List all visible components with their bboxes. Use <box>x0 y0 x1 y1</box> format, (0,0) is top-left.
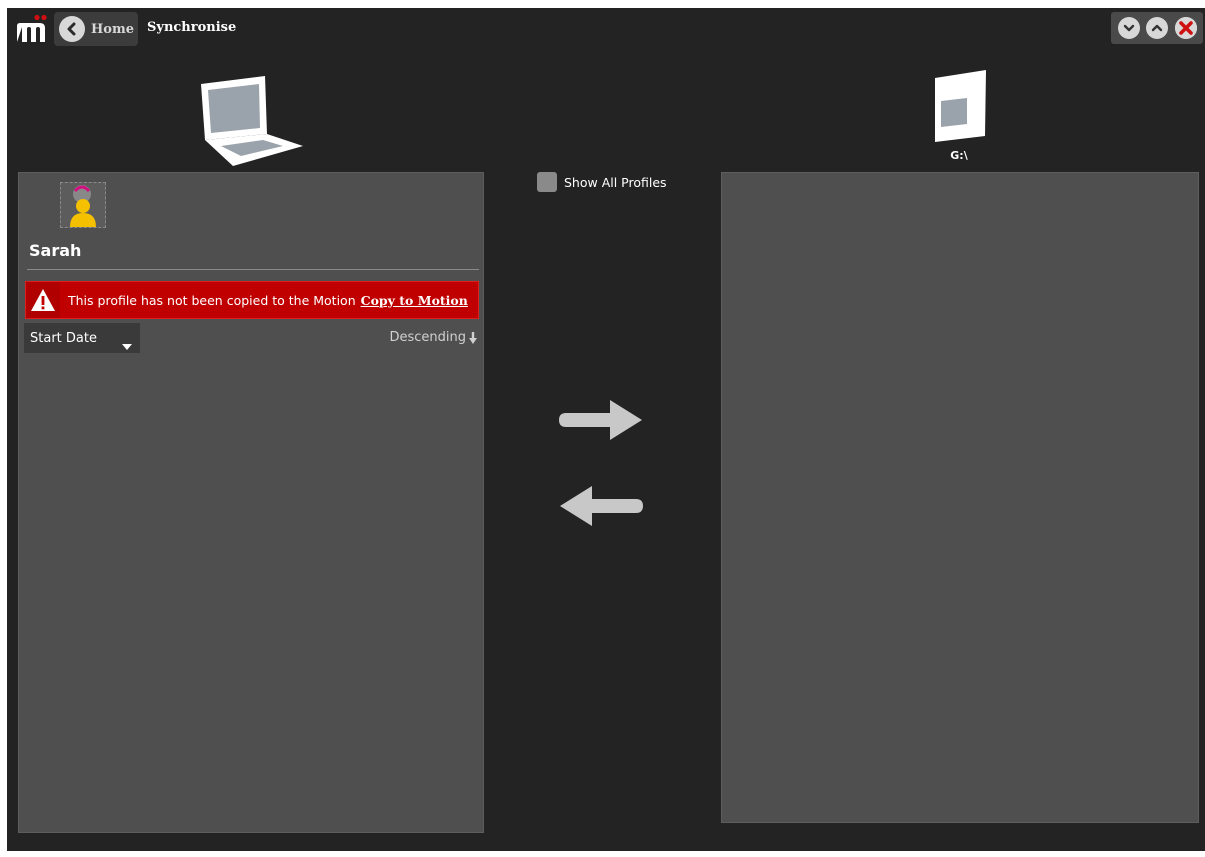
drive-label: G:\ <box>950 149 968 162</box>
sort-field-select[interactable]: Start Date <box>24 323 140 353</box>
caret-down-icon <box>122 335 132 354</box>
sort-field-value: Start Date <box>30 330 97 346</box>
avatar[interactable] <box>60 182 106 228</box>
divider <box>27 269 479 270</box>
back-icon <box>59 16 85 42</box>
chevron-down-icon[interactable] <box>1117 17 1140 39</box>
home-label: Home <box>91 21 134 37</box>
local-profiles-panel: Sarah This profile has not been copied t… <box>18 172 484 833</box>
app-logo <box>13 14 49 44</box>
show-all-checkbox[interactable] <box>537 172 557 192</box>
arrow-down-icon <box>469 331 477 344</box>
tablet-icon <box>931 70 991 150</box>
copy-to-computer-arrow-icon[interactable] <box>558 484 644 532</box>
home-back-button[interactable]: Home <box>54 12 138 46</box>
show-all-profiles-toggle[interactable]: Show All Profiles <box>537 172 667 192</box>
window-controls <box>1111 12 1203 44</box>
sort-order-toggle[interactable]: Descending <box>389 330 477 345</box>
warning-icon <box>26 282 60 318</box>
device-profiles-panel <box>721 172 1199 823</box>
copy-to-device-arrow-icon[interactable] <box>558 398 644 446</box>
sync-window: Home Synchronise G:\ Sarah This profile … <box>7 8 1205 851</box>
warning-banner: This profile has not been copied to the … <box>25 281 479 319</box>
profile-name: Sarah <box>29 241 82 260</box>
chevron-up-icon[interactable] <box>1146 17 1168 39</box>
copy-to-motion-link[interactable]: Copy to Motion <box>361 293 468 308</box>
warning-message: This profile has not been copied to the … <box>68 292 356 308</box>
laptop-icon <box>193 74 307 170</box>
close-icon[interactable] <box>1174 17 1197 39</box>
sort-order-label: Descending <box>389 330 466 345</box>
show-all-label: Show All Profiles <box>564 174 667 190</box>
page-title: Synchronise <box>147 20 237 35</box>
